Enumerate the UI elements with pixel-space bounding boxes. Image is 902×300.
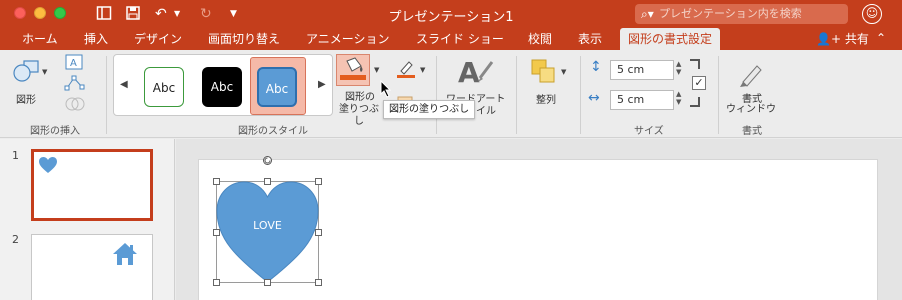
customize-toolbar-icon[interactable]: ▼ [230,5,237,23]
search-placeholder: プレゼンテーション内を検索 [659,7,802,20]
tab-insert[interactable]: 挿入 [84,31,108,50]
shape-outline-icon[interactable] [395,59,417,82]
shapes-icon[interactable] [12,58,42,87]
slide-thumbnails-pane: 1 2 [0,139,175,300]
format-group-label: 書式 [742,126,762,137]
shape-styles-group-label: 図形のスタイル [238,126,308,137]
slide-thumbnail-1[interactable] [31,149,153,221]
heart-shape-text[interactable]: LOVE [216,219,319,232]
arrange-label: 整列 [536,95,556,106]
text-box-icon[interactable]: A [64,54,86,73]
ribbon: ▼ 図形 A 図形の挿入 ◀ Abc Abc Abc ▶ ▼ 図形の 塗りつぶし… [0,50,902,138]
window-title: プレゼンテーション1 [388,10,514,25]
tab-slideshow[interactable]: スライド ショー [416,31,504,50]
shapes-dropdown-icon[interactable]: ▼ [42,68,47,76]
undo-icon[interactable]: ↶ [155,5,167,23]
gallery-prev-icon[interactable]: ◀ [120,79,128,90]
title-bar: ↶ ▼ ↻ ▼ プレゼンテーション1 ⌕▾ プレゼンテーション内を検索 ☺ [0,0,902,28]
lock-aspect-checkbox[interactable]: ✓ [692,76,706,90]
shape-fill-button[interactable] [336,54,370,86]
paint-bucket-icon [340,57,366,80]
redo-icon: ↻ [200,6,212,22]
format-pane-icon[interactable] [737,60,765,91]
shape-style-3[interactable]: Abc [257,67,297,107]
arrange-dropdown-icon[interactable]: ▼ [561,68,566,76]
heart-thumbnail-icon [39,157,57,173]
feedback-smiley-icon[interactable]: ☺ [862,4,882,24]
heart-shape[interactable] [216,181,319,283]
wordart-label-2: イル [476,106,496,117]
lock-aspect-bracket-bottom [690,97,700,107]
mouse-cursor-icon [380,79,392,101]
slide-number: 1 [12,149,19,162]
shape-outline-dropdown-icon[interactable]: ▼ [420,66,425,74]
tab-animations[interactable]: アニメーション [306,31,390,50]
ribbon-tab-bar: ホーム 挿入 デザイン 画面切り替え アニメーション スライド ショー 校閲 表… [0,28,902,50]
svg-text:A: A [458,56,480,88]
shape-style-1[interactable]: Abc [144,67,184,107]
shape-width-input[interactable]: 5 cm [610,90,674,110]
group-divider [718,56,719,134]
shape-fill-tooltip: 図形の塗りつぶし [383,100,476,119]
group-divider [436,56,437,134]
share-button[interactable]: 👤+ 共有 [816,31,869,48]
group-divider [580,56,581,134]
group-divider [516,56,517,134]
shape-fill-label-2: 塗りつぶし [338,104,380,127]
close-window-button[interactable] [14,7,26,19]
shapes-label: 図形 [16,95,36,106]
tab-transitions[interactable]: 画面切り替え [208,31,280,50]
undo-dropdown-icon[interactable]: ▼ [174,5,180,23]
maximize-window-button[interactable] [54,7,66,19]
arrange-icon[interactable] [530,58,558,87]
shape-height-input[interactable]: 5 cm [610,60,674,80]
size-group-label: サイズ [634,126,664,137]
insert-shapes-group-label: 図形の挿入 [30,126,80,137]
save-icon[interactable] [125,5,141,23]
resize-handle-bottom[interactable] [264,279,271,286]
wordart-styles-icon[interactable]: A [456,56,496,91]
resize-handle-top[interactable] [264,178,271,185]
share-label: 共有 [844,32,869,46]
resize-handle-left[interactable] [213,229,220,236]
tab-home[interactable]: ホーム [22,31,58,50]
resize-handle-bottom-right[interactable] [315,279,322,286]
lock-aspect-bracket-top [690,59,700,69]
shape-style-2[interactable]: Abc [202,67,242,107]
svg-text:A: A [70,58,77,69]
slide-number: 2 [12,233,19,246]
shape-fill-dropdown-icon[interactable]: ▼ [374,66,379,74]
tab-review[interactable]: 校閲 [528,31,552,50]
width-icon: ↔ [588,90,600,106]
rotate-handle-icon[interactable] [262,155,273,169]
search-input[interactable]: ⌕▾ プレゼンテーション内を検索 [635,4,848,24]
collapse-ribbon-icon[interactable]: ⌃ [876,31,886,45]
group-divider [106,56,107,134]
minimize-window-button[interactable] [34,7,46,19]
shape-style-gallery: ◀ Abc Abc Abc ▶ [113,54,333,116]
shape-fill-label-1: 図形の [345,92,375,103]
sidebar-toggle-icon[interactable] [96,5,112,23]
width-stepper[interactable]: ▲ ▼ [676,90,681,106]
format-pane-label-2: ウィンドウ [726,104,776,115]
resize-handle-bottom-left[interactable] [213,279,220,286]
resize-handle-top-left[interactable] [213,178,220,185]
merge-shapes-icon [64,96,86,115]
resize-handle-top-right[interactable] [315,178,322,185]
gallery-next-icon[interactable]: ▶ [318,79,326,90]
slide-thumbnail-2[interactable] [31,234,153,300]
height-stepper[interactable]: ▲ ▼ [676,60,681,76]
resize-handle-right[interactable] [315,229,322,236]
tab-design[interactable]: デザイン [134,31,182,50]
height-icon: ↕ [590,59,602,75]
tab-view[interactable]: 表示 [578,31,602,50]
tab-shape-format[interactable]: 図形の書式設定 [620,28,721,50]
add-person-icon: 👤+ [816,32,841,46]
house-thumbnail-icon [113,243,137,265]
search-icon: ⌕▾ [641,7,654,21]
edit-points-icon[interactable] [64,75,86,94]
